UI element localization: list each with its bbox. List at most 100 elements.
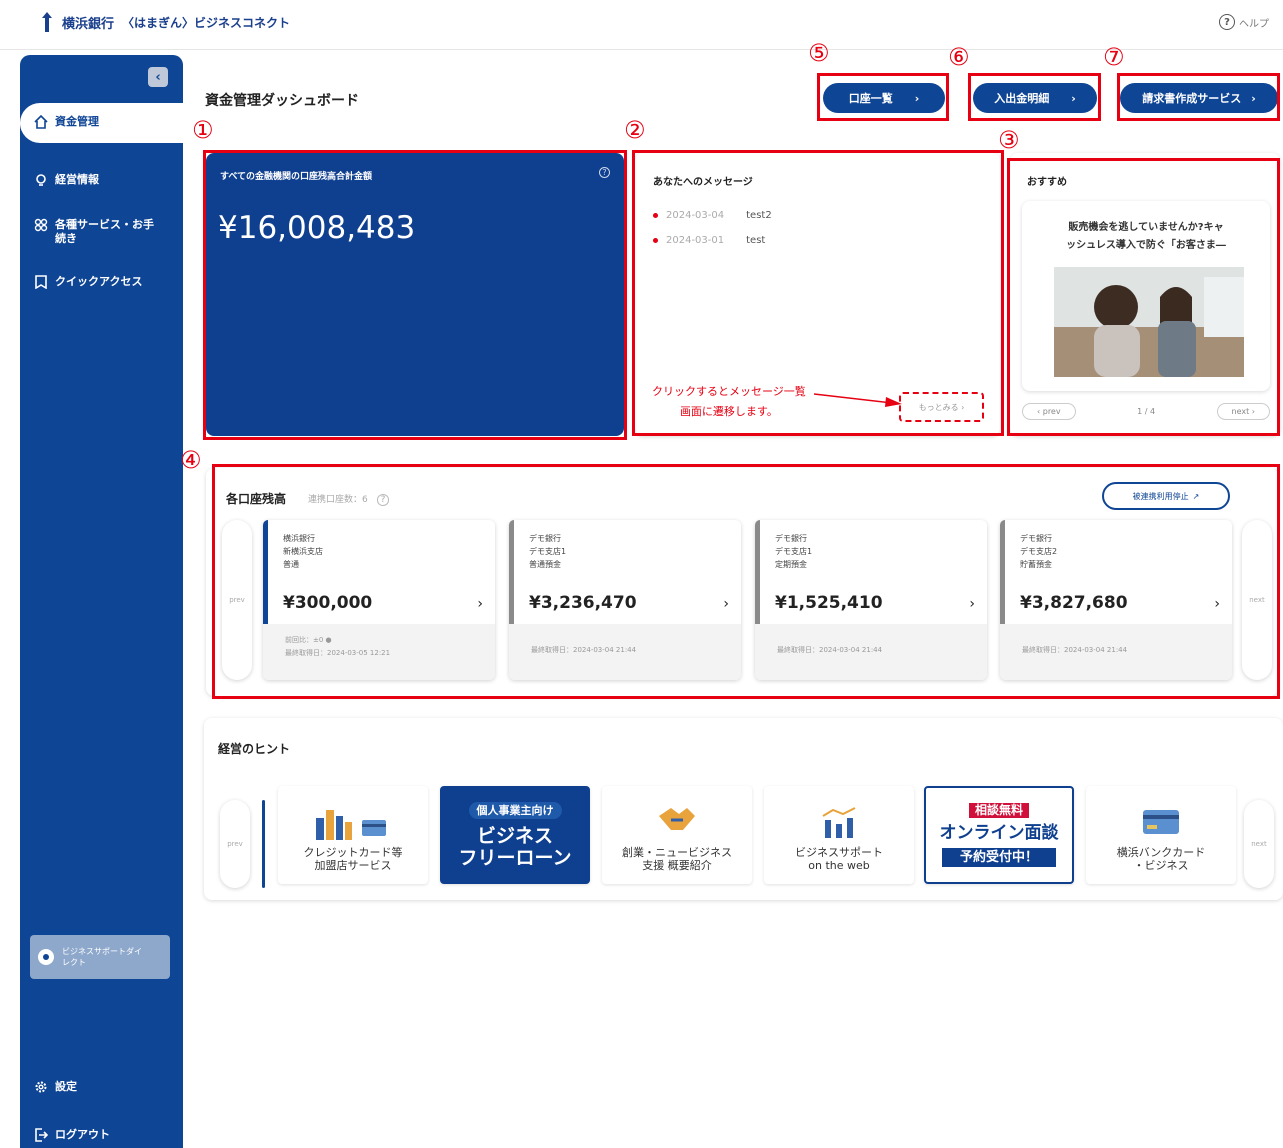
bank-name: 横浜銀行 (62, 16, 115, 32)
annotation-number-3: ③ (998, 126, 1020, 154)
message-item[interactable]: 2024-03-01 test (653, 235, 765, 246)
next-button[interactable]: next › (1216, 403, 1270, 420)
recommend-text: 販売機会を逃していませんか?キャ ッシュレス導入で防ぐ「お客さま― (1022, 219, 1270, 255)
account-card[interactable]: 横浜銀行 新横浜支店 普通 ¥300,000 › 前回比：±0 ● 最終取得日：… (263, 520, 495, 680)
bank-logo-icon (42, 12, 52, 32)
invoice-service-button[interactable]: 請求書作成サービス › (1120, 83, 1278, 113)
message-item[interactable]: 2024-03-04 test2 (653, 210, 772, 221)
info-icon[interactable]: ? (599, 167, 610, 178)
info-icon[interactable]: ? (376, 494, 390, 506)
hint-text: 個人事業主向け (468, 801, 562, 819)
account-branch: デモ支店2 (1020, 547, 1058, 556)
sidebar-item-active-bg: 資金管理 (20, 103, 183, 143)
invoice-service-label: 請求書作成サービス (1142, 92, 1242, 105)
hint-text: 横浜バンクカード (1116, 846, 1206, 859)
help-icon: ? (1219, 14, 1235, 30)
total-balance-label: すべての金融機関の口座残高合計金額 (220, 172, 373, 182)
account-list-button[interactable]: 口座一覧 › (823, 83, 945, 113)
more-messages-button[interactable]: もっとみる › (899, 392, 984, 422)
accounts-prev-button[interactable]: prev (222, 520, 252, 680)
hints-prev-button[interactable]: prev (220, 800, 250, 888)
message-text: test (746, 235, 766, 246)
account-card[interactable]: デモ銀行 デモ支店1 普通預金 ¥3,236,470 › 最終取得日：2024-… (509, 520, 741, 680)
sidebar-item-fund-management[interactable]: 資金管理 (34, 115, 99, 129)
unread-dot-icon (653, 213, 658, 218)
hint-bank-card-business[interactable]: 横浜バンクカード ・ビジネス (1086, 786, 1236, 884)
help-link[interactable]: ? ヘルプ (1219, 14, 1269, 30)
sidebar-item-quick-access[interactable]: クイックアクセス (34, 275, 142, 289)
hint-text: 加盟店サービス (314, 859, 392, 872)
recommend-text-line: 販売機会を逃していませんか?キャ (1068, 222, 1224, 233)
chevron-right-icon: › (1071, 91, 1076, 105)
chevron-right-icon: › (477, 596, 483, 612)
hint-startup-support[interactable]: 創業・ニュービジネス 支援 概要紹介 (602, 786, 752, 884)
sidebar-item-label: ログアウト (55, 1128, 110, 1141)
account-updated: 最終取得日：2024-03-04 21:44 (1022, 646, 1128, 654)
recommend-title: おすすめ (1027, 177, 1067, 188)
sidebar-item-label: 経営情報 (55, 173, 99, 186)
account-updated: 最終取得日：2024-03-05 12:21 (285, 649, 391, 657)
prev-button[interactable]: ‹ prev (1022, 403, 1076, 420)
annotation-note-line: クリックするとメッセージ一覧 (652, 385, 806, 398)
business-hints-title: 経営のヒント (218, 742, 291, 756)
city-buildings-icon (316, 810, 386, 840)
sidebar-item-services[interactable]: 各種サービス・お手続き (34, 218, 174, 246)
message-date: 2024-03-04 (666, 210, 725, 221)
handshake-icon (659, 808, 695, 830)
annotation-number-6: ⑥ (948, 43, 970, 71)
hint-text: 予約受付中！ (941, 848, 1056, 867)
account-updated: 最終取得日：2024-03-04 21:44 (777, 646, 883, 654)
unread-dot-icon (653, 238, 658, 243)
annotation-number-4: ④ (180, 446, 202, 474)
account-branch: デモ支店1 (529, 547, 567, 556)
account-amount: ¥3,236,470 (529, 593, 637, 613)
support-direct-button[interactable]: ビジネスサポートダイレクト (30, 935, 170, 979)
hint-credit-card-merchant[interactable]: クレジットカード等 加盟店サービス (278, 786, 428, 884)
sidebar-item-label: 設定 (55, 1080, 77, 1093)
account-list-label: 口座一覧 (848, 92, 893, 105)
hint-text: ビジネスサポート (795, 846, 883, 859)
transaction-details-button[interactable]: 入出金明細 › (973, 83, 1097, 113)
account-branch: デモ支店1 (775, 547, 813, 556)
grid-icon (34, 218, 48, 232)
sidebar-item-label: クイックアクセス (55, 275, 143, 288)
account-bank: 横浜銀行 (283, 534, 315, 543)
account-balances-title: 各口座残高 (226, 492, 287, 506)
hint-text: フリーローン (458, 846, 572, 869)
hint-text: ビジネス (476, 824, 553, 847)
hint-business-free-loan[interactable]: 個人事業主向け ビジネス フリーローン (440, 786, 590, 884)
hint-text: ・ビジネス (1133, 859, 1189, 872)
prev-label: prev (227, 840, 243, 848)
next-label: next (1249, 596, 1265, 604)
sidebar-item-settings[interactable]: 設定 (34, 1080, 77, 1094)
sidebar-item-business-info[interactable]: 経営情報 (34, 173, 99, 187)
shop-photo-icon (1054, 267, 1244, 377)
hint-online-consultation[interactable]: 相談無料 オンライン面談 予約受付中！ (924, 786, 1074, 884)
account-footer: 前回比：±0 ● 最終取得日：2024-03-05 12:21 (263, 624, 495, 680)
hints-next-button[interactable]: next (1244, 800, 1274, 888)
linked-count-text: 連携口座数：6 (308, 495, 368, 505)
accounts-next-button[interactable]: next (1242, 520, 1272, 680)
hint-business-support-web[interactable]: ビジネスサポート on the web (764, 786, 914, 884)
stop-linking-button[interactable]: 被連携利用停止 ↗ (1102, 482, 1230, 510)
linked-count: 連携口座数：6 ? (308, 492, 390, 506)
account-accent-bar (1000, 520, 1005, 624)
logout-icon (35, 1128, 48, 1142)
hint-text: 相談無料 (968, 803, 1029, 818)
business-hints-section: 経営のヒント prev クレジットカード等 加盟店サービス 個人事業主向け ビジ… (204, 718, 1283, 900)
chevron-right-icon: › (969, 596, 975, 612)
account-bank: デモ銀行 (1020, 534, 1052, 543)
home-icon (34, 115, 48, 129)
sidebar-item-logout[interactable]: ログアウト (34, 1128, 110, 1142)
sidebar-collapse-button[interactable]: ‹ (148, 67, 168, 87)
account-accent-bar (755, 520, 760, 624)
recommend-item[interactable]: 販売機会を逃していませんか?キャ ッシュレス導入で防ぐ「お客さま― (1022, 201, 1270, 391)
account-card[interactable]: デモ銀行 デモ支店1 定期預金 ¥1,525,410 › 最終取得日：2024-… (755, 520, 987, 680)
account-amount: ¥300,000 (283, 593, 373, 613)
page-title: 資金管理ダッシュボード (205, 93, 359, 109)
recommend-photo (1054, 267, 1244, 377)
prev-label: prev (229, 596, 245, 604)
logo[interactable]: 横浜銀行 〈はまぎん〉ビジネスコネクト (40, 12, 290, 32)
account-card[interactable]: デモ銀行 デモ支店2 貯蓄預金 ¥3,827,680 › 最終取得日：2024-… (1000, 520, 1232, 680)
account-footer: 最終取得日：2024-03-04 21:44 (755, 624, 987, 680)
